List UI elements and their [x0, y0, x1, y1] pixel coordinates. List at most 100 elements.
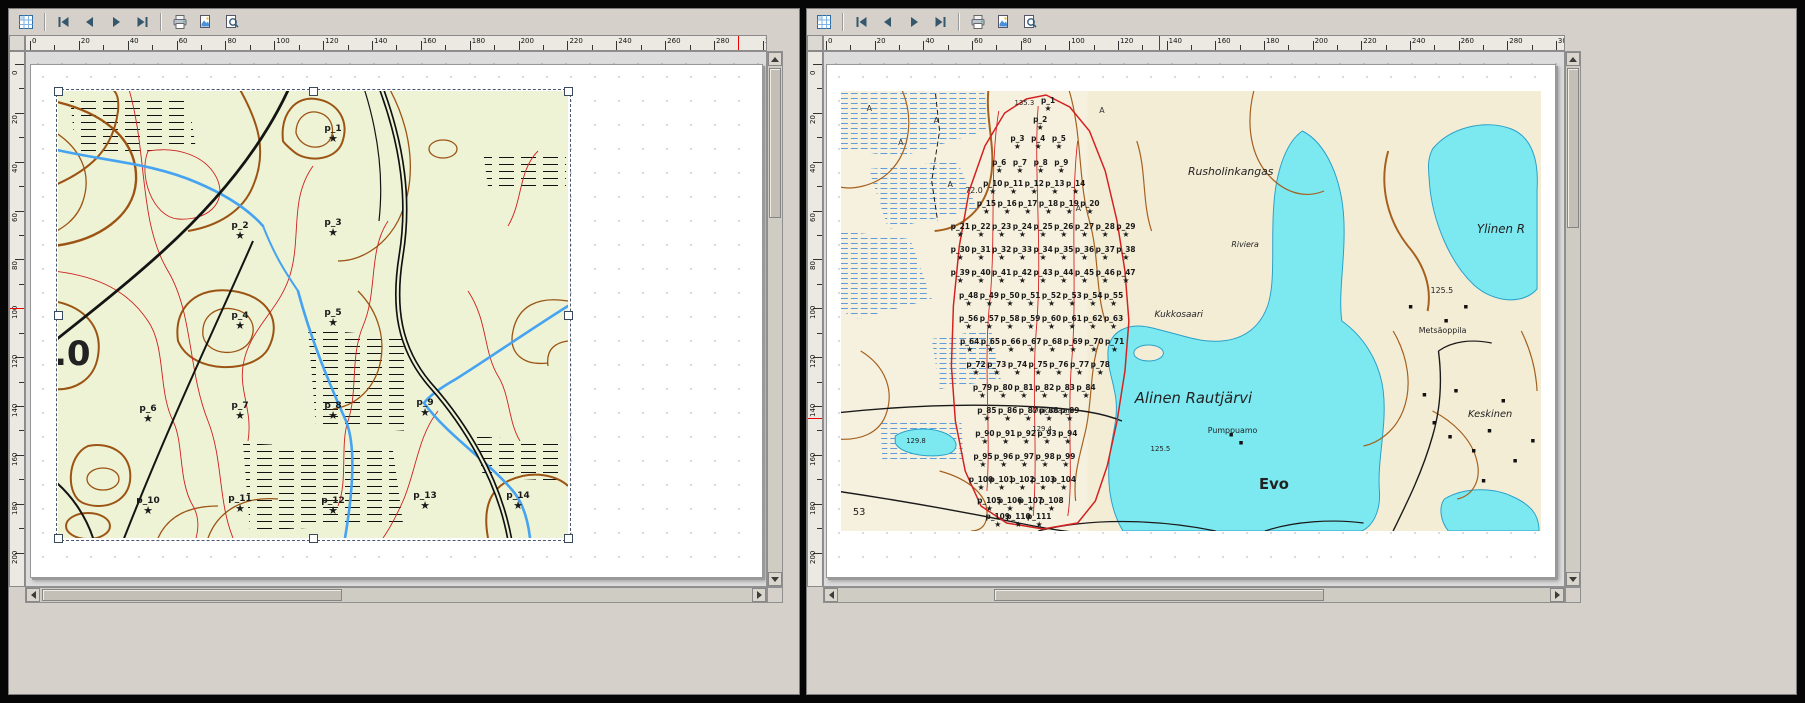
- paper-page[interactable]: AAAAAA p_1★p_2★p_3★p_4★p_5★p_6★p_7★p_8★p…: [826, 64, 1556, 578]
- resize-handle-bottom-left[interactable]: [54, 534, 63, 543]
- ruler-label: 0: [828, 37, 832, 45]
- composer-canvas[interactable]: .0 p_1★p_2★p_3★p_4★p_5★p_6★p_7★p_8★p_9★p…: [25, 51, 767, 587]
- resize-handle-bottom-middle[interactable]: [309, 534, 318, 543]
- star-marker-icon: ★: [1045, 104, 1052, 113]
- scroll-up-button[interactable]: [768, 52, 782, 66]
- ruler-tick: [79, 41, 80, 50]
- resize-handle-middle-right[interactable]: [564, 311, 573, 320]
- star-marker-icon: ★: [986, 299, 993, 308]
- ruler-tick: [274, 41, 275, 50]
- ruler-tick: [1434, 45, 1435, 50]
- print-button[interactable]: [168, 10, 192, 34]
- ruler-tick: [1483, 45, 1484, 50]
- first-feature-button[interactable]: [850, 10, 874, 34]
- star-marker-icon: ★: [987, 345, 994, 354]
- print-button[interactable]: [966, 10, 990, 34]
- cursor-position-marker: [808, 418, 822, 419]
- next-feature-button[interactable]: [902, 10, 926, 34]
- ruler-tick: [817, 430, 822, 431]
- composer-canvas[interactable]: AAAAAA p_1★p_2★p_3★p_4★p_5★p_6★p_7★p_8★p…: [823, 51, 1565, 587]
- ruler-corner: [9, 35, 25, 51]
- map-item[interactable]: AAAAAA p_1★p_2★p_3★p_4★p_5★p_6★p_7★p_8★p…: [841, 91, 1541, 531]
- scroll-up-button[interactable]: [1566, 52, 1580, 66]
- vertical-scrollbar[interactable]: [1565, 51, 1581, 587]
- first-feature-button[interactable]: [52, 10, 76, 34]
- scrollbar-corner: [1565, 587, 1581, 603]
- scroll-left-button[interactable]: [26, 588, 40, 602]
- star-marker-icon: ★: [1066, 414, 1073, 423]
- ruler-tick: [592, 45, 593, 50]
- star-marker-icon: ★: [1045, 414, 1052, 423]
- scroll-down-button[interactable]: [768, 572, 782, 586]
- cursor-position-marker: [10, 308, 24, 309]
- resize-handle-top-left[interactable]: [54, 87, 63, 96]
- star-marker-icon: ★: [1122, 276, 1129, 285]
- grid-select-icon: [18, 14, 34, 30]
- horizontal-scrollbar[interactable]: [25, 587, 767, 603]
- star-marker-icon: ★: [983, 207, 990, 216]
- print-icon: [970, 14, 986, 30]
- vertical-scrollbar[interactable]: [767, 51, 783, 587]
- resize-handle-top-middle[interactable]: [309, 87, 318, 96]
- ruler-label: 60: [974, 37, 983, 45]
- ruler-label: 160: [11, 453, 19, 466]
- resize-handle-bottom-right[interactable]: [564, 534, 573, 543]
- ruler-tick: [177, 41, 178, 50]
- toolbar-separator: [44, 13, 46, 31]
- ruler-tick: [494, 45, 495, 50]
- last-feature-button[interactable]: [928, 10, 952, 34]
- ruler-tick: [250, 45, 251, 50]
- grid-select-button[interactable]: [812, 10, 836, 34]
- previous-feature-icon: [880, 14, 896, 30]
- cursor-position-marker: [738, 36, 739, 50]
- horizontal-scroll-thumb[interactable]: [994, 589, 1324, 601]
- ruler-tick: [665, 41, 666, 50]
- next-feature-button[interactable]: [104, 10, 128, 34]
- star-marker-icon: ★: [1064, 437, 1071, 446]
- vertical-scroll-thumb[interactable]: [769, 68, 781, 218]
- ruler-tick: [817, 479, 822, 480]
- export-image-button[interactable]: [194, 10, 218, 34]
- zoom-preview-icon: [1022, 14, 1038, 30]
- ruler-tick: [543, 45, 544, 50]
- star-marker-icon: ★: [1122, 230, 1129, 239]
- paper-page[interactable]: .0 p_1★p_2★p_3★p_4★p_5★p_6★p_7★p_8★p_9★p…: [30, 64, 763, 578]
- previous-feature-button[interactable]: [78, 10, 102, 34]
- ruler-tick: [817, 137, 822, 138]
- star-marker-icon: ★: [235, 502, 245, 515]
- scrollbar-corner: [767, 587, 783, 603]
- star-marker-icon: ★: [1007, 299, 1014, 308]
- resize-handle-top-right[interactable]: [564, 87, 573, 96]
- zoom-preview-button[interactable]: [1018, 10, 1042, 34]
- star-marker-icon: ★: [973, 368, 980, 377]
- horizontal-scroll-thumb[interactable]: [42, 589, 342, 601]
- star-marker-icon: ★: [420, 406, 430, 419]
- ruler-label: 100: [276, 37, 289, 45]
- scroll-right-button[interactable]: [752, 588, 766, 602]
- star-marker-icon: ★: [994, 520, 1001, 529]
- ruler-tick: [899, 45, 900, 50]
- resize-handle-middle-left[interactable]: [54, 311, 63, 320]
- previous-feature-button[interactable]: [876, 10, 900, 34]
- ruler-label: 240: [1412, 37, 1425, 45]
- zoom-preview-button[interactable]: [220, 10, 244, 34]
- vertical-scroll-thumb[interactable]: [1567, 68, 1579, 228]
- previous-feature-icon: [82, 14, 98, 30]
- last-feature-button[interactable]: [130, 10, 154, 34]
- star-marker-icon: ★: [1025, 414, 1032, 423]
- export-image-button[interactable]: [992, 10, 1016, 34]
- ruler-tick: [1532, 45, 1533, 50]
- grid-select-button[interactable]: [14, 10, 38, 34]
- ruler-label: 20: [877, 37, 886, 45]
- scroll-left-button[interactable]: [824, 588, 838, 602]
- map-item[interactable]: .0 p_1★p_2★p_3★p_4★p_5★p_6★p_7★p_8★p_9★p…: [58, 91, 568, 538]
- scroll-down-button[interactable]: [1566, 572, 1580, 586]
- scroll-right-button[interactable]: [1550, 588, 1564, 602]
- ruler-tick: [1410, 41, 1411, 50]
- star-marker-icon: ★: [1089, 299, 1096, 308]
- star-marker-icon: ★: [1060, 483, 1067, 492]
- ruler-tick: [15, 162, 24, 163]
- place-label: Keskinen: [1468, 409, 1512, 420]
- ruler-label: 160: [809, 453, 817, 466]
- horizontal-scrollbar[interactable]: [823, 587, 1565, 603]
